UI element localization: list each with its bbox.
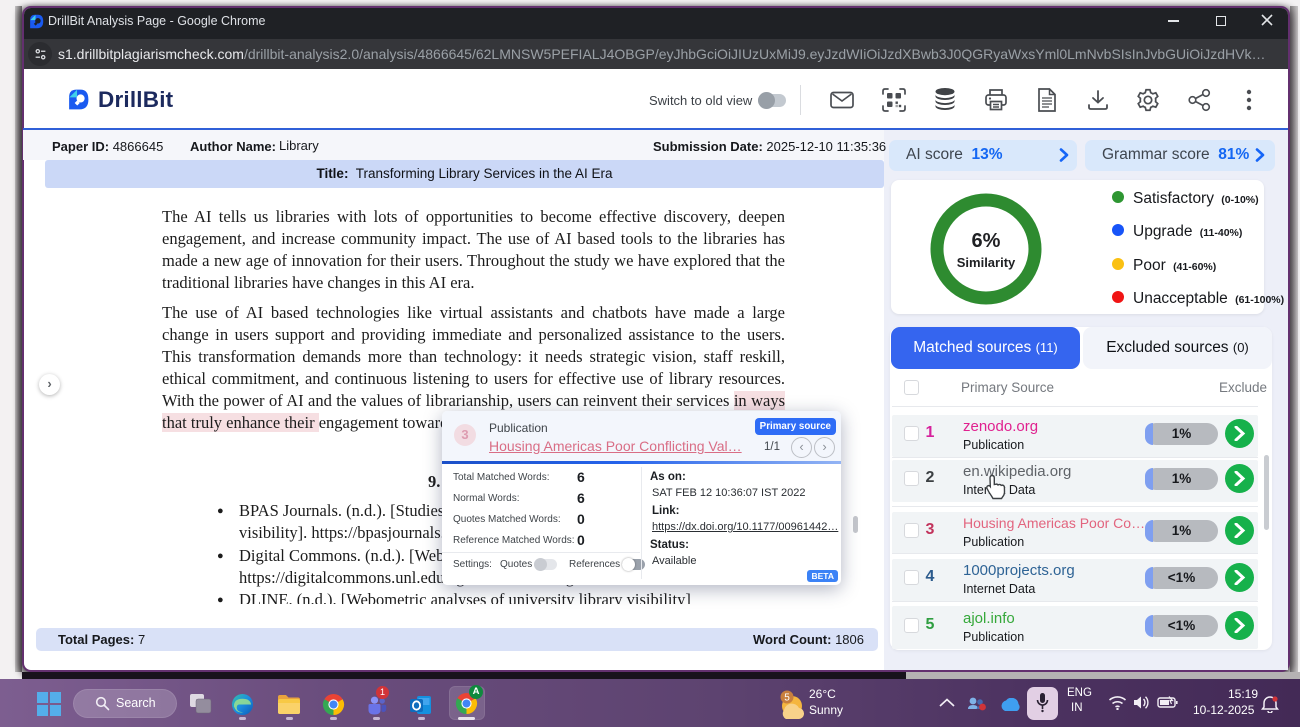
svg-text:5: 5	[784, 693, 790, 704]
